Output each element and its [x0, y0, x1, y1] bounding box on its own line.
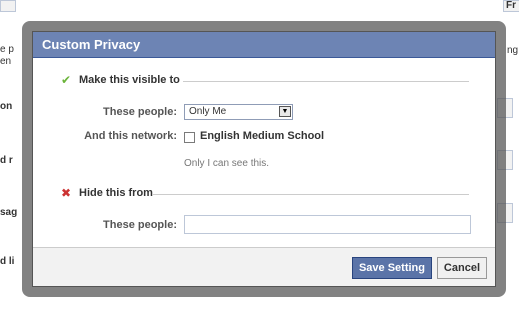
cancel-button[interactable]: Cancel: [436, 257, 487, 279]
hide-people-input[interactable]: [184, 215, 471, 234]
custom-privacy-dialog: Custom Privacy ✔ Make this visible to Th…: [32, 31, 496, 287]
background-fragment: d li: [0, 256, 15, 267]
visible-section-title: ✔ Make this visible to: [59, 74, 180, 86]
hide-section-label: Hide this from: [79, 187, 153, 199]
visible-people-value: Only Me: [189, 106, 227, 117]
section-divider: [183, 81, 469, 82]
background-fragment: e p: [0, 44, 14, 55]
visible-section-label: Make this visible to: [79, 74, 180, 86]
background-fragment: Fr: [506, 0, 516, 11]
background-fragment: en: [0, 56, 12, 67]
network-option-label[interactable]: English Medium School: [200, 130, 324, 142]
save-setting-button[interactable]: Save Setting: [351, 257, 432, 279]
x-icon: ✖: [60, 186, 72, 200]
hide-section-title: ✖ Hide this from: [59, 187, 153, 199]
network-label: And this network:: [84, 130, 177, 142]
check-icon: ✔: [60, 73, 72, 87]
dialog-title: Custom Privacy: [33, 32, 495, 58]
visible-people-select[interactable]: Only Me ▼: [184, 104, 293, 120]
network-checkbox[interactable]: [184, 132, 195, 143]
visibility-note: Only I can see this.: [184, 158, 270, 169]
background-fragment: on: [0, 101, 13, 112]
dropdown-arrow-icon[interactable]: ▼: [279, 106, 291, 117]
visible-people-label: These people:: [103, 106, 177, 118]
background-fragment: sag: [0, 207, 18, 218]
background-input-top: [0, 0, 16, 12]
background-fragment: ng: [507, 45, 519, 56]
background-fragment: d r: [0, 155, 13, 166]
hide-people-label: These people:: [103, 219, 177, 231]
dialog-footer: Save Setting Cancel: [33, 247, 495, 286]
section-divider: [153, 194, 469, 195]
